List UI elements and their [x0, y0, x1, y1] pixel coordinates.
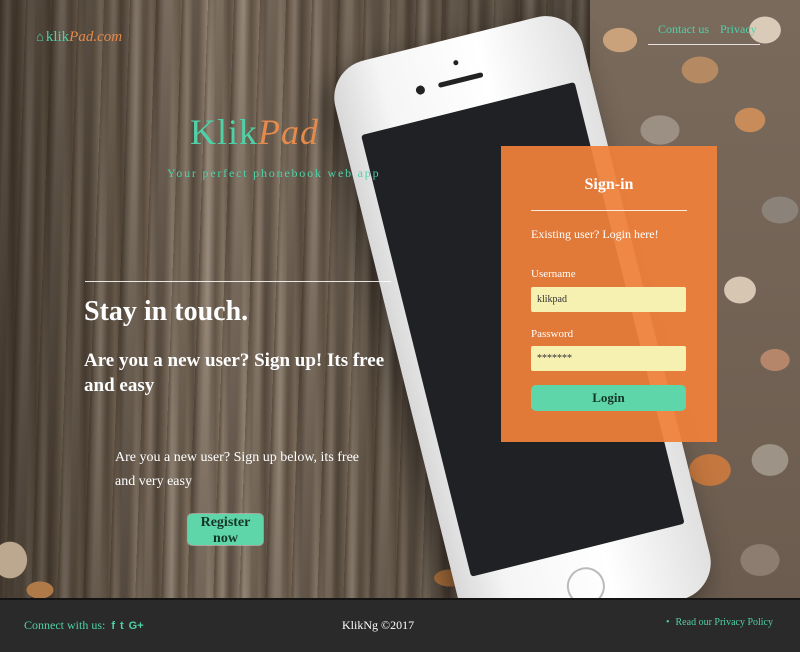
login-button[interactable]: Login: [531, 385, 686, 411]
hero-paragraph: Are you a new user? Sign up below, its f…: [115, 450, 360, 489]
brand-logo-link[interactable]: ⌂ klikPad.com: [36, 29, 122, 46]
username-label: Username: [531, 268, 576, 280]
signin-lead: Existing user? Login here!: [531, 227, 659, 241]
facebook-icon[interactable]: f: [111, 620, 115, 632]
phone-sensor: [452, 59, 459, 66]
brand-suffix: .com: [93, 29, 123, 45]
google-plus-icon[interactable]: G+: [129, 620, 144, 632]
brand-name: klik: [45, 29, 70, 45]
connect-section: Connect with us: f t G+: [24, 618, 144, 633]
twitter-icon[interactable]: t: [120, 620, 124, 632]
social-links: f t G+: [111, 620, 143, 632]
hero-logo: KlikPad: [190, 111, 319, 153]
footer: Connect with us: f t G+ KlikNg ©2017 • Re…: [0, 598, 800, 652]
brand-accent: Pad: [69, 29, 94, 45]
hero-subheading: Are you a new user? Sign up! Its free an…: [84, 350, 385, 396]
hero-logo-accent: Pad: [258, 112, 320, 152]
policy-item: • Read our Privacy Policy: [666, 617, 773, 628]
hero-tagline: Your perfect phonebook web app: [167, 166, 381, 180]
username-input[interactable]: [531, 287, 686, 312]
phone-home-button: [562, 563, 609, 598]
nav-contact-link[interactable]: Contact us: [658, 22, 709, 37]
password-label: Password: [531, 328, 574, 340]
register-button[interactable]: Register now: [188, 514, 263, 546]
hero-divider: [85, 281, 391, 282]
signin-divider: [531, 210, 687, 211]
phone-camera: [414, 84, 426, 96]
nav-privacy-link[interactable]: Privacy: [720, 22, 757, 37]
hero-heading: Stay in touch.: [84, 296, 249, 327]
signin-title: Sign-in: [584, 176, 634, 193]
copyright: KlikNg ©2017: [342, 618, 415, 632]
home-icon: ⌂: [36, 29, 44, 44]
privacy-policy-link[interactable]: Read our Privacy Policy: [676, 617, 773, 628]
bullet-icon: •: [666, 617, 670, 628]
signin-panel: Sign-in Existing user? Login here! Usern…: [501, 146, 717, 442]
hero-logo-name: Klik: [190, 112, 259, 152]
connect-label: Connect with us:: [24, 618, 106, 632]
top-nav: Contact us Privacy: [648, 20, 760, 45]
phone-speaker: [437, 72, 484, 89]
password-input[interactable]: [531, 346, 686, 371]
